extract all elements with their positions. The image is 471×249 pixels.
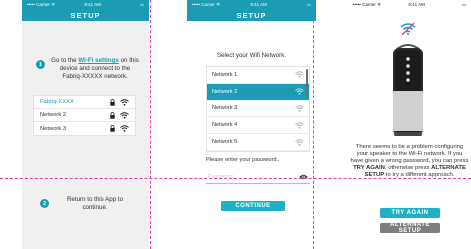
speaker-image xyxy=(385,41,431,141)
carrier-signal: ••••• Carrier ᯤ xyxy=(27,1,56,7)
battery-icon: ▭ xyxy=(461,1,466,7)
network-row[interactable]: Network 5 xyxy=(207,134,309,151)
network-row[interactable]: Network 4 xyxy=(207,117,309,135)
step-1-badge: 1 xyxy=(36,60,45,69)
screen-setup-wifi-settings: ••••• Carrier ᯤ 9:41 AM ▭ SETUP 1 Go to … xyxy=(22,0,149,249)
wifi-row[interactable]: Network 2 xyxy=(34,109,135,122)
error-text-2: , otherwise press xyxy=(384,165,432,171)
screen-setup-error: ••••• Carrier ᯤ 9:41 AM ▭ There seems to… xyxy=(348,0,471,249)
error-text-1: There seems to be a problem configuring … xyxy=(350,144,469,164)
status-bar: ••••• Carrier ᯤ 9:41 AM ▭ xyxy=(348,0,471,9)
wifi-icon xyxy=(120,111,129,119)
network-row-name: Network 2 xyxy=(212,88,238,95)
wifi-icon xyxy=(295,138,304,146)
alternate-setup-button[interactable]: ALTERNATE SETUP xyxy=(380,222,440,234)
status-time: 9:41 AM xyxy=(250,2,267,7)
wifi-settings-link[interactable]: Wi-Fi settings xyxy=(78,57,119,64)
wifi-icon xyxy=(120,98,129,106)
battery-icon: ▭ xyxy=(139,1,144,7)
network-row-name: Network 4 xyxy=(212,122,238,129)
status-bar: ••••• Carrier ᯤ 9:41 AM ▭ xyxy=(22,0,149,9)
error-text-try-again: TRY AGAIN xyxy=(353,165,385,171)
step-1-text-start: Go to the xyxy=(51,57,79,64)
step-2-text: Return to this App to continue. xyxy=(66,196,124,211)
carrier-signal: ••••• Carrier ᯤ xyxy=(353,1,382,7)
network-row[interactable]: Network 1 xyxy=(207,67,309,84)
guide-line-horizontal xyxy=(0,178,471,179)
nav-bar: SETUP xyxy=(22,9,149,21)
wifi-network-list: Fabriq-XXXX Network 2 Network 3 xyxy=(33,95,136,136)
wifi-row-name: Network 2 xyxy=(40,112,67,118)
status-time: 9:41 AM xyxy=(84,2,101,7)
password-label: Please enter your password.. xyxy=(206,157,280,163)
no-wifi-icon xyxy=(400,22,416,36)
step-2-badge: 2 xyxy=(40,199,49,208)
select-network-prompt: Select your Wifi Network. xyxy=(216,52,287,59)
wifi-row[interactable]: Fabriq-XXXX xyxy=(34,96,135,109)
page-title: SETUP xyxy=(236,10,267,20)
status-time: 9:41 AM xyxy=(408,2,425,7)
list-scrollbar[interactable] xyxy=(306,69,308,97)
wifi-icon xyxy=(295,105,304,112)
guide-line-vertical xyxy=(150,0,151,249)
wifi-row-name: Fabriq-XXXX xyxy=(40,99,74,105)
battery-icon: ▭ xyxy=(306,1,311,7)
network-row-name: Network 3 xyxy=(212,105,238,112)
wifi-icon xyxy=(295,122,304,129)
step-2: 2 Return to this App to continue. xyxy=(40,196,136,212)
network-row-name: Network 1 xyxy=(212,71,238,78)
step-1: 1 Go to the Wi-Fi settings on this devic… xyxy=(36,57,140,81)
continue-button[interactable]: CONTINUE xyxy=(221,201,285,211)
step-1-text: Go to the Wi-Fi settings on this device … xyxy=(50,57,140,81)
wifi-icon xyxy=(295,88,304,95)
carrier-signal: ••••• Carrier ᯤ xyxy=(192,1,221,7)
page-title: SETUP xyxy=(70,10,101,20)
password-field xyxy=(206,170,310,184)
status-bar: ••••• Carrier ᯤ 9:41 AM ▭ xyxy=(187,0,316,9)
lock-icon xyxy=(110,125,115,132)
storyboard: ••••• Carrier ᯤ 9:41 AM ▭ SETUP 1 Go to … xyxy=(0,0,471,249)
network-row-selected[interactable]: Network 2 xyxy=(207,83,309,101)
try-again-button[interactable]: TRY AGAIN xyxy=(380,208,440,218)
network-row-name: Network 5 xyxy=(212,139,238,146)
lock-icon xyxy=(110,111,115,119)
nav-bar: SETUP xyxy=(187,9,316,21)
wifi-row[interactable]: Network 3 xyxy=(34,122,135,135)
network-row[interactable]: Network 3 xyxy=(207,101,309,118)
guide-line-vertical xyxy=(313,0,314,249)
error-message: There seems to be a problem configuring … xyxy=(350,144,469,179)
wifi-icon xyxy=(120,125,129,132)
wifi-row-name: Network 3 xyxy=(40,125,67,132)
screen-select-network: ••••• Carrier ᯤ 9:41 AM ▭ SETUP Select y… xyxy=(187,0,316,249)
lock-icon xyxy=(110,98,115,106)
wifi-icon xyxy=(295,71,304,78)
network-list[interactable]: Network 1 Network 2 Network 3 Network 4 … xyxy=(206,66,310,152)
